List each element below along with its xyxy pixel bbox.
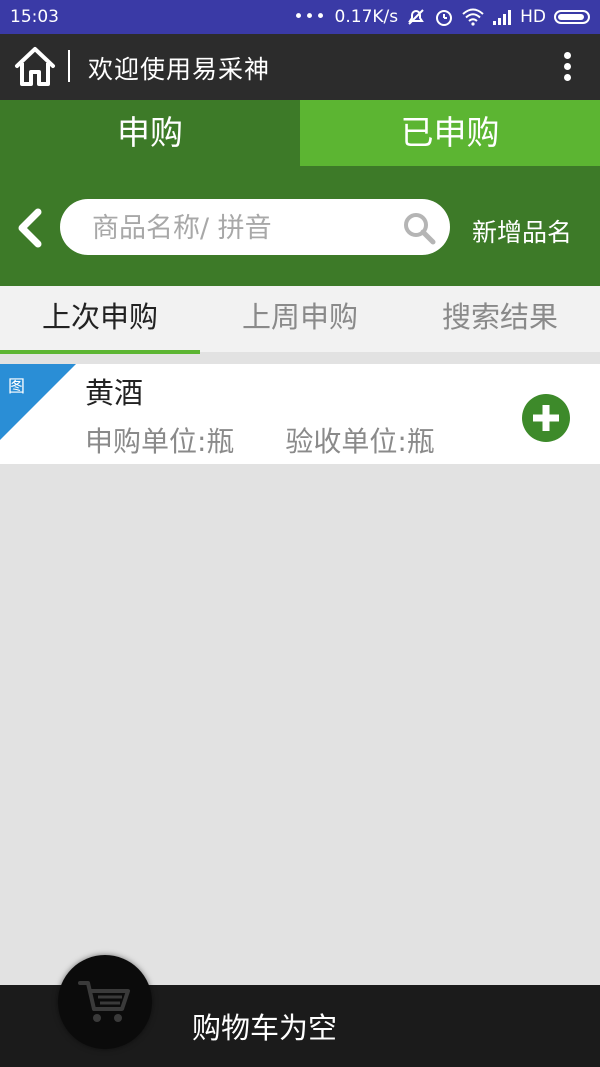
add-product-name-button[interactable]: 新增品名 bbox=[472, 213, 572, 249]
status-indicators: ••• 0.17K/s HD bbox=[293, 7, 590, 27]
network-type: HD bbox=[520, 7, 546, 27]
shopping-cart-icon bbox=[78, 981, 130, 1022]
plus-circle-icon bbox=[522, 394, 570, 442]
search-icon[interactable] bbox=[402, 211, 436, 245]
sub-tabs: 上次申购 上周申购 搜索结果 bbox=[0, 286, 600, 354]
net-speed: 0.17K/s bbox=[334, 7, 399, 27]
chevron-left-icon bbox=[18, 208, 42, 248]
receive-unit: 验收单位:瓶 bbox=[285, 425, 435, 458]
add-item-button[interactable] bbox=[522, 394, 570, 442]
mute-icon bbox=[406, 7, 426, 27]
purchase-unit: 申购单位:瓶 bbox=[85, 425, 235, 458]
signal-icon bbox=[492, 9, 512, 25]
status-bar: 15:03 ••• 0.17K/s HD bbox=[0, 0, 600, 34]
page-title: 欢迎使用易采神 bbox=[88, 55, 271, 84]
tab-purchase[interactable]: 申购 bbox=[0, 100, 300, 166]
image-tag-text: 图 bbox=[8, 377, 25, 397]
more-dot-icon bbox=[563, 52, 571, 59]
more-notifications-icon: ••• bbox=[293, 7, 327, 27]
search-area: 新增品名 bbox=[0, 166, 600, 286]
tab-last-week-purchase[interactable]: 上周申购 bbox=[200, 286, 400, 352]
app-header: 欢迎使用易采神 bbox=[0, 34, 600, 100]
home-button[interactable] bbox=[12, 44, 58, 90]
status-time: 15:03 bbox=[10, 7, 59, 27]
back-button[interactable] bbox=[14, 208, 46, 248]
image-tag-badge: 图 bbox=[0, 364, 76, 440]
battery-icon bbox=[554, 10, 590, 24]
wifi-icon bbox=[462, 8, 484, 26]
list-item[interactable]: 图 黄酒 申购单位:瓶 验收单位:瓶 bbox=[0, 364, 600, 464]
alarm-icon bbox=[434, 7, 454, 27]
header-divider bbox=[68, 50, 70, 82]
search-input[interactable] bbox=[90, 207, 394, 249]
main-tabs: 申购 已申购 bbox=[0, 100, 600, 166]
item-name: 黄酒 bbox=[85, 376, 144, 410]
tab-purchased[interactable]: 已申购 bbox=[300, 100, 600, 166]
search-box bbox=[60, 199, 450, 255]
tab-search-results[interactable]: 搜索结果 bbox=[400, 286, 600, 352]
more-menu-button[interactable] bbox=[562, 52, 572, 82]
item-units: 申购单位:瓶 验收单位:瓶 bbox=[85, 420, 435, 460]
tab-last-purchase[interactable]: 上次申购 bbox=[0, 286, 200, 354]
more-dot-icon bbox=[563, 74, 571, 81]
more-dot-icon bbox=[563, 63, 571, 70]
cart-status: 购物车为空 bbox=[192, 1011, 338, 1045]
cart-button[interactable] bbox=[58, 955, 152, 1049]
home-icon bbox=[15, 47, 55, 86]
